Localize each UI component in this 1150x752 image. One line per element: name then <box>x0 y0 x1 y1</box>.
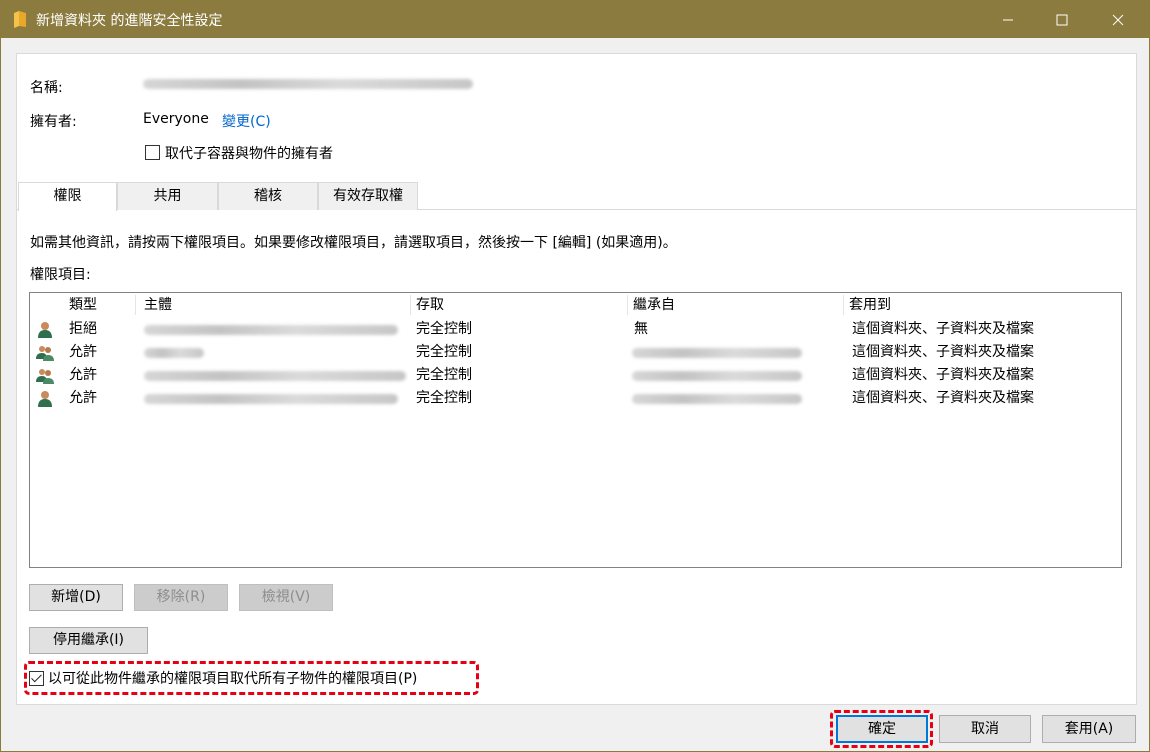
column-type[interactable]: 類型 <box>63 293 135 317</box>
inherited-redacted <box>632 348 802 358</box>
table-row[interactable]: 允許 完全控制 這個資料夾、子資料夾及檔案 <box>30 341 1121 364</box>
minimize-button[interactable] <box>985 1 1031 38</box>
cell-applies: 這個資料夾、子資料夾及檔案 <box>852 321 1034 337</box>
tab-permissions[interactable]: 權限 <box>18 182 117 211</box>
cell-applies: 這個資料夾、子資料夾及檔案 <box>852 344 1034 360</box>
dialog-window: 新增資料夾 的進階安全性設定 名稱: 擁有者: Everyone 變更(C) 取… <box>0 0 1150 752</box>
cell-type: 允許 <box>69 344 97 360</box>
entries-label: 權限項目: <box>30 267 91 283</box>
change-owner-link[interactable]: 變更(C) <box>222 111 271 131</box>
title-bar[interactable]: 新增資料夾 的進階安全性設定 <box>1 1 1149 38</box>
view-button[interactable]: 檢視(V) <box>239 584 333 611</box>
cell-applies: 這個資料夾、子資料夾及檔案 <box>852 390 1034 406</box>
replace-child-permissions-checkbox[interactable] <box>29 671 44 686</box>
dialog-content: 名稱: 擁有者: Everyone 變更(C) 取代子容器與物件的擁有者 權限 … <box>16 53 1137 705</box>
principal-redacted <box>144 394 398 404</box>
cell-type: 允許 <box>69 367 97 383</box>
table-row[interactable]: 允許 完全控制 這個資料夾、子資料夾及檔案 <box>30 364 1121 387</box>
user-group-icon <box>36 346 54 361</box>
cell-access: 完全控制 <box>416 367 472 383</box>
window-title: 新增資料夾 的進階安全性設定 <box>36 13 223 29</box>
tab-auditing[interactable]: 稽核 <box>218 182 318 210</box>
principal-redacted <box>144 348 204 358</box>
cell-access: 完全控制 <box>416 321 472 337</box>
cell-type: 拒絕 <box>69 321 97 337</box>
inherited-redacted <box>632 371 802 381</box>
single-user-icon <box>38 391 52 407</box>
column-applies-to[interactable]: 套用到 <box>843 293 1113 317</box>
cell-applies: 這個資料夾、子資料夾及檔案 <box>852 367 1034 383</box>
table-row[interactable]: 允許 完全控制 這個資料夾、子資料夾及檔案 <box>30 387 1121 410</box>
ok-button[interactable]: 確定 <box>836 715 928 743</box>
user-group-icon <box>36 369 54 384</box>
column-access[interactable]: 存取 <box>410 293 627 317</box>
folder-icon <box>14 11 26 28</box>
column-separator[interactable] <box>135 295 136 315</box>
cell-type: 允許 <box>69 390 97 406</box>
table-row[interactable]: 拒絕 完全控制 無 這個資料夾、子資料夾及檔案 <box>30 318 1121 341</box>
column-inherited-from[interactable]: 繼承自 <box>627 293 843 317</box>
inherited-redacted <box>632 394 802 404</box>
principal-redacted <box>144 371 406 381</box>
minimize-icon <box>1003 19 1013 20</box>
owner-value: Everyone <box>143 111 209 127</box>
cell-access: 完全控制 <box>416 344 472 360</box>
maximize-button[interactable] <box>1039 1 1085 38</box>
info-text: 如需其他資訊，請按兩下權限項目。如果要修改權限項目，請選取項目，然後按一下 [編… <box>30 235 677 251</box>
name-label: 名稱: <box>30 80 63 96</box>
disable-inheritance-button[interactable]: 停用繼承(I) <box>29 627 148 654</box>
replace-owner-checkbox[interactable] <box>145 145 160 160</box>
apply-button[interactable]: 套用(A) <box>1042 715 1136 743</box>
column-principal[interactable]: 主體 <box>138 293 410 317</box>
tab-sharing[interactable]: 共用 <box>117 182 218 210</box>
remove-button[interactable]: 移除(R) <box>134 584 228 611</box>
principal-redacted <box>144 325 398 335</box>
owner-label: 擁有者: <box>30 114 77 130</box>
tab-effective-access[interactable]: 有效存取權 <box>318 182 418 210</box>
single-user-icon <box>38 322 52 338</box>
close-icon <box>1112 14 1124 25</box>
permission-entries-list[interactable]: 類型 主體 存取 繼承自 套用到 拒絕 完全控制 無 這個資料夾、子資料夾及檔案 <box>29 292 1122 568</box>
maximize-icon <box>1056 14 1068 25</box>
path-value-redacted <box>143 79 473 89</box>
cancel-button[interactable]: 取消 <box>939 715 1031 743</box>
replace-child-permissions-label[interactable]: 以可從此物件繼承的權限項目取代所有子物件的權限項目(P) <box>48 668 417 688</box>
cell-access: 完全控制 <box>416 390 472 406</box>
cell-inherited: 無 <box>634 321 648 337</box>
replace-owner-label[interactable]: 取代子容器與物件的擁有者 <box>165 143 333 163</box>
add-button[interactable]: 新增(D) <box>29 584 123 611</box>
close-button[interactable] <box>1095 1 1141 38</box>
